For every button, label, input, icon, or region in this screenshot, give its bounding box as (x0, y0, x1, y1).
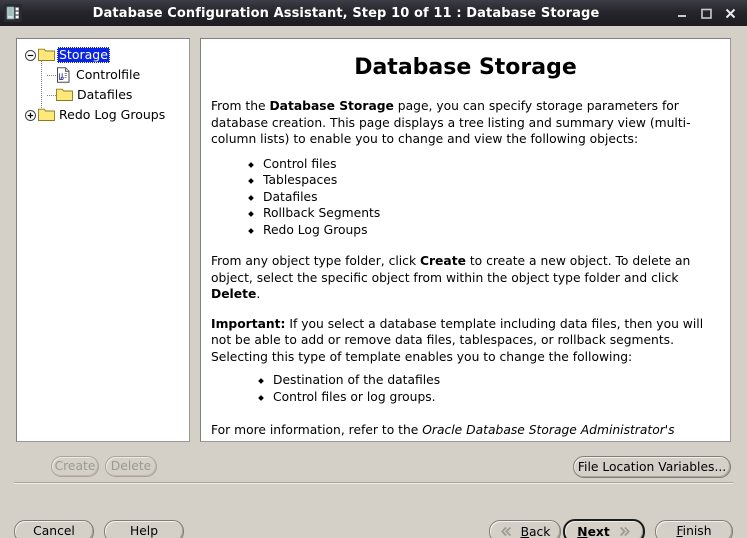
cd-emphasis-create: Create (419, 254, 466, 268)
folder-icon (56, 88, 73, 102)
next-button-label: Next (577, 525, 609, 538)
expand-plus-icon[interactable] (23, 108, 38, 123)
next-mnemonic: N (577, 524, 588, 538)
window-title: Database Configuration Assistant, Step 1… (92, 5, 600, 21)
back-button[interactable]: Back (489, 520, 561, 538)
next-label-rest: ext (587, 524, 610, 538)
window-controls (676, 7, 741, 20)
double-chevron-left-icon (500, 525, 513, 538)
delete-button[interactable]: Delete (105, 456, 157, 477)
storage-tree-panel[interactable]: Storage Controlfile Datafiles Redo Log G… (16, 38, 190, 442)
list-item: Control files (249, 156, 730, 173)
folder-icon (38, 108, 55, 122)
list-item: Tablespaces (249, 172, 730, 189)
more-info-text-c: . (247, 440, 251, 442)
tree-item-datafiles[interactable]: Datafiles (23, 85, 189, 105)
window-titlebar: Database Configuration Assistant, Step 1… (0, 0, 747, 26)
tree-item-label: Datafiles (77, 87, 133, 102)
cd-text-e: . (256, 287, 261, 301)
cd-emphasis-delete: Delete (211, 287, 257, 301)
window-body: Storage Controlfile Datafiles Redo Log G… (0, 26, 747, 538)
tree-item-label: Controlfile (76, 67, 141, 82)
important-paragraph: Important: If you select a database temp… (201, 316, 730, 366)
folder-icon (38, 48, 55, 62)
list-item: Rollback Segments (249, 205, 730, 222)
back-button-label: Back (521, 525, 551, 538)
cancel-button[interactable]: Cancel (14, 520, 94, 538)
close-icon[interactable] (724, 7, 737, 20)
cd-text-a: From any object type folder, click (211, 254, 420, 268)
tree-item-label: Storage (57, 47, 110, 63)
list-item: Redo Log Groups (249, 222, 730, 239)
more-info-text-a: For more information, refer to the (211, 423, 423, 437)
list-item: Control files or log groups. (259, 389, 730, 406)
dbca-window: Database Configuration Assistant, Step 1… (0, 0, 747, 538)
list-item: Destination of the datafiles (259, 372, 730, 389)
next-button[interactable]: Next (563, 519, 645, 538)
create-delete-paragraph: From any object type folder, click Creat… (201, 253, 730, 303)
changeable-items-list: Destination of the datafiles Control fil… (201, 372, 730, 405)
finish-button[interactable]: Finish (655, 520, 733, 538)
page-title: Database Storage (354, 55, 577, 80)
create-button[interactable]: Create (51, 456, 99, 477)
double-chevron-right-icon (618, 525, 631, 538)
controlfile-icon (56, 67, 71, 83)
intro-text-a: From the (211, 99, 270, 113)
important-label: Important: (211, 316, 286, 331)
finish-button-label: Finish (676, 524, 711, 538)
tree-connector-line (47, 75, 57, 76)
tree-item-redo-log-groups[interactable]: Redo Log Groups (23, 105, 189, 125)
back-label-rest: ack (529, 524, 551, 538)
footer-separator (14, 482, 733, 484)
list-item: Datafiles (249, 189, 730, 206)
storage-tree: Storage Controlfile Datafiles Redo Log G… (17, 39, 189, 125)
intro-emphasis: Database Storage (269, 99, 394, 113)
object-actions-bar: Create Delete File Location Variables... (0, 444, 747, 486)
objects-list: Control files Tablespaces Datafiles Roll… (201, 156, 730, 239)
tree-item-controlfile[interactable]: Controlfile (23, 65, 189, 85)
minimize-icon[interactable] (676, 7, 689, 20)
database-app-icon (4, 4, 22, 22)
tree-item-label: Redo Log Groups (59, 107, 166, 122)
finish-label-rest: inish (682, 524, 712, 538)
collapse-minus-icon[interactable] (23, 48, 38, 63)
wizard-navigation-bar: Cancel Help Back Next Finish (0, 488, 747, 538)
intro-paragraph: From the Database Storage page, you can … (201, 98, 730, 148)
maximize-icon[interactable] (700, 7, 713, 20)
back-mnemonic: B (520, 524, 529, 538)
important-text: If you select a database template includ… (211, 316, 704, 364)
help-button[interactable]: Help (104, 520, 184, 538)
tree-item-storage[interactable]: Storage (23, 45, 189, 65)
content-panel: Database Storage From the Database Stora… (200, 38, 731, 442)
file-location-variables-button[interactable]: File Location Variables... (573, 456, 731, 478)
more-info-paragraph: For more information, refer to the Oracl… (201, 422, 730, 442)
